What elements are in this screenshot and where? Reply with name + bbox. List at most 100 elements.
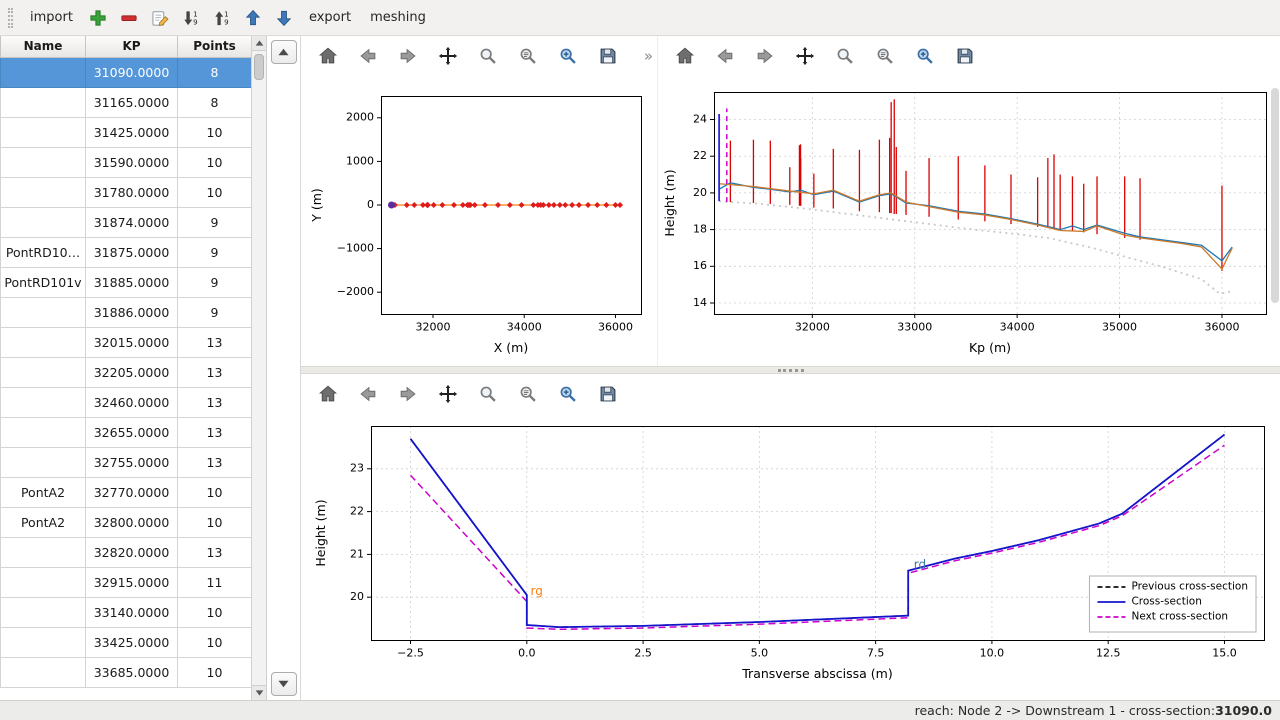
cell-kp[interactable]: 31780.0000 (86, 177, 178, 207)
cell-name[interactable] (1, 657, 86, 687)
cell-name[interactable] (1, 177, 86, 207)
longitudinal-profile-plot[interactable] (658, 76, 1280, 366)
cell-kp[interactable]: 32915.0000 (86, 567, 178, 597)
cell-kp[interactable]: 32800.0000 (86, 507, 178, 537)
table-row[interactable]: 32915.000011 (1, 567, 252, 597)
cell-name[interactable] (1, 327, 86, 357)
table-row[interactable]: 31425.000010 (1, 117, 252, 147)
cell-kp[interactable]: 32755.0000 (86, 447, 178, 477)
table-row[interactable]: 32820.000013 (1, 537, 252, 567)
cell-points[interactable]: 13 (178, 327, 252, 357)
cell-kp[interactable]: 31090.0000 (86, 57, 178, 87)
forward-button[interactable] (395, 43, 421, 69)
scrollbar-up-button[interactable] (252, 36, 266, 51)
figures-splitter[interactable] (301, 366, 1280, 374)
customize-button[interactable] (555, 381, 581, 407)
cell-kp[interactable]: 31874.0000 (86, 207, 178, 237)
table-row[interactable]: 32755.000013 (1, 447, 252, 477)
home-button[interactable] (672, 43, 698, 69)
cell-name[interactable] (1, 537, 86, 567)
cell-points[interactable]: 13 (178, 537, 252, 567)
forward-button[interactable] (752, 43, 778, 69)
customize-button[interactable] (555, 43, 581, 69)
zoom-button[interactable] (832, 43, 858, 69)
back-button[interactable] (355, 43, 381, 69)
cell-name[interactable] (1, 147, 86, 177)
home-button[interactable] (315, 43, 341, 69)
home-button[interactable] (315, 381, 341, 407)
zoom-button[interactable] (475, 381, 501, 407)
table-row[interactable]: PontA232800.000010 (1, 507, 252, 537)
table-row[interactable]: 31780.000010 (1, 177, 252, 207)
cell-name[interactable] (1, 87, 86, 117)
cell-points[interactable]: 10 (178, 627, 252, 657)
cell-points[interactable]: 10 (178, 117, 252, 147)
cell-points[interactable]: 10 (178, 507, 252, 537)
cell-name[interactable]: PontA2 (1, 477, 86, 507)
cell-points[interactable]: 13 (178, 387, 252, 417)
page-up-button[interactable] (271, 40, 297, 64)
cell-kp[interactable]: 31590.0000 (86, 147, 178, 177)
cell-kp[interactable]: 32205.0000 (86, 357, 178, 387)
cell-kp[interactable]: 32015.0000 (86, 327, 178, 357)
back-button[interactable] (355, 381, 381, 407)
subplots-button[interactable] (872, 43, 898, 69)
cell-points[interactable]: 9 (178, 267, 252, 297)
sort-ascending-button[interactable]: 19 (208, 4, 236, 32)
table-row[interactable]: 33425.000010 (1, 627, 252, 657)
cell-kp[interactable]: 31886.0000 (86, 297, 178, 327)
toolbar-extension-icon[interactable]: » (644, 47, 653, 65)
cell-kp[interactable]: 33140.0000 (86, 597, 178, 627)
cell-kp[interactable]: 31875.0000 (86, 237, 178, 267)
import-button[interactable]: import (22, 6, 81, 29)
pan-button[interactable] (435, 43, 461, 69)
plan-view-plot[interactable] (301, 76, 657, 366)
cell-points[interactable]: 10 (178, 597, 252, 627)
column-header-points[interactable]: Points (178, 36, 252, 57)
cell-kp[interactable]: 32460.0000 (86, 387, 178, 417)
table-row[interactable]: 33685.000010 (1, 657, 252, 687)
move-down-button[interactable] (270, 4, 298, 32)
save-button[interactable] (952, 43, 978, 69)
cell-points[interactable]: 11 (178, 567, 252, 597)
pan-button[interactable] (435, 381, 461, 407)
cell-name[interactable] (1, 357, 86, 387)
table-row[interactable]: 33140.000010 (1, 597, 252, 627)
cell-name[interactable] (1, 447, 86, 477)
forward-button[interactable] (395, 381, 421, 407)
meshing-button[interactable]: meshing (362, 6, 434, 29)
page-down-button[interactable] (271, 672, 297, 696)
cell-name[interactable] (1, 417, 86, 447)
save-button[interactable] (595, 381, 621, 407)
move-up-button[interactable] (239, 4, 267, 32)
table-row[interactable]: PontA232770.000010 (1, 477, 252, 507)
cell-points[interactable]: 10 (178, 477, 252, 507)
cell-points[interactable]: 9 (178, 237, 252, 267)
cell-points[interactable]: 8 (178, 57, 252, 87)
column-header-name[interactable]: Name (1, 36, 86, 57)
table-row[interactable]: 32205.000013 (1, 357, 252, 387)
figure-vertical-scrollbar[interactable] (1271, 88, 1279, 303)
cell-kp[interactable]: 32820.0000 (86, 537, 178, 567)
cell-name[interactable] (1, 627, 86, 657)
edit-cross-section-button[interactable] (146, 4, 174, 32)
remove-cross-section-button[interactable] (115, 4, 143, 32)
cell-kp[interactable]: 32770.0000 (86, 477, 178, 507)
table-row[interactable]: 31874.00009 (1, 207, 252, 237)
table-scrollbar[interactable] (251, 36, 267, 700)
pan-button[interactable] (792, 43, 818, 69)
cell-name[interactable] (1, 387, 86, 417)
toolbar-grip[interactable] (8, 8, 13, 28)
table-row[interactable]: 31090.00008 (1, 57, 252, 87)
sort-descending-button[interactable]: 19 (177, 4, 205, 32)
customize-button[interactable] (912, 43, 938, 69)
subplots-button[interactable] (515, 43, 541, 69)
cell-points[interactable]: 9 (178, 207, 252, 237)
cell-points[interactable]: 10 (178, 177, 252, 207)
cell-name[interactable] (1, 567, 86, 597)
cell-kp[interactable]: 33425.0000 (86, 627, 178, 657)
table-row[interactable]: 31165.00008 (1, 87, 252, 117)
cell-name[interactable] (1, 117, 86, 147)
cell-kp[interactable]: 31885.0000 (86, 267, 178, 297)
zoom-button[interactable] (475, 43, 501, 69)
